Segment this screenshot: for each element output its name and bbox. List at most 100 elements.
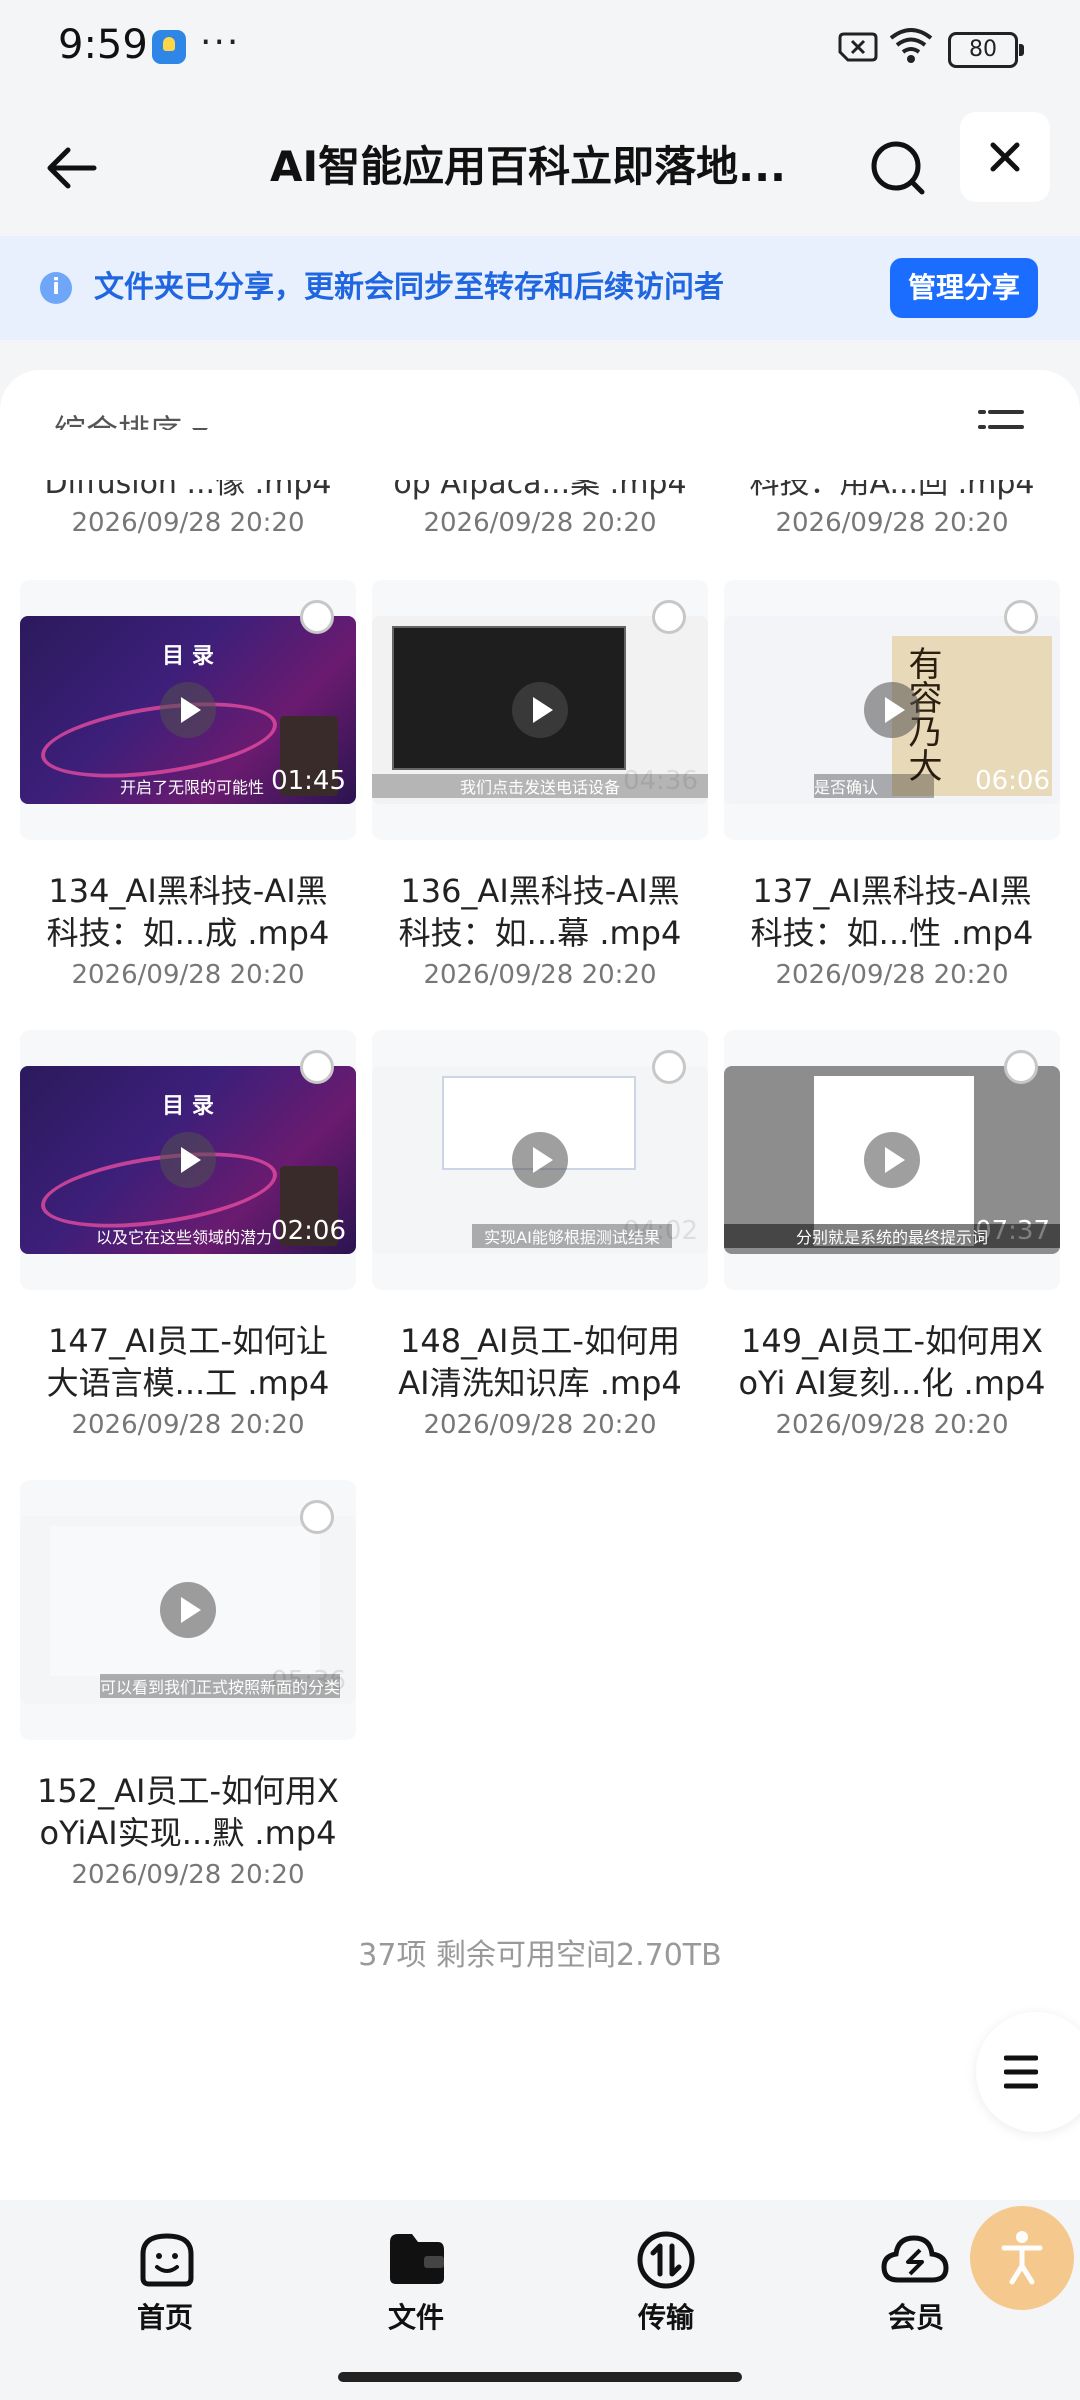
play-icon <box>160 1132 216 1188</box>
cloud-icon <box>881 2235 949 2283</box>
nav-membership[interactable]: 会员 <box>856 2230 976 2340</box>
video-thumbnail-frame: 04:02 实现AI能够根据测试结果 <box>372 1030 708 1290</box>
video-thumbnail-frame: 05:36 可以看到我们正式按照新面的分类 <box>20 1480 356 1740</box>
share-banner: i 文件夹已分享，更新会同步至转存和后续访问者 管理分享 <box>0 236 1080 340</box>
file-date: 2026/09/28 20:20 <box>423 960 657 990</box>
close-button[interactable] <box>960 112 1050 202</box>
select-checkbox[interactable] <box>652 1050 686 1084</box>
video-caption: 我们点击发送电话设备 <box>372 774 708 798</box>
notification-icon <box>152 30 186 64</box>
file-name-line2: AI清洗知识库 .mp4 <box>398 1364 682 1402</box>
file-name-line1: 147_AI员工-如何让 <box>48 1322 328 1360</box>
back-button[interactable] <box>34 130 110 206</box>
video-thumbnail: 07:37 分别就是系统的最终提示词 <box>724 1066 1060 1254</box>
file-name: 134_AI黑科技-AI黑 科技：如...成 .mp4 <box>20 870 356 954</box>
nav-files[interactable]: 文件 <box>356 2230 476 2340</box>
video-caption: 可以看到我们正式按照新面的分类 <box>100 1674 340 1698</box>
scroll-mask <box>0 430 1080 480</box>
video-thumbnail-frame: 目 录 02:06 以及它在这些领域的潜力 <box>20 1030 356 1290</box>
nav-label: 会员 <box>887 2301 944 2334</box>
video-thumbnail: 04:36 我们点击发送电话设备 <box>372 616 708 804</box>
file-name-line1: 136_AI黑科技-AI黑 <box>400 872 680 910</box>
video-thumbnail-frame: 07:37 分别就是系统的最终提示词 <box>724 1030 1060 1290</box>
video-duration: 06:06 <box>975 766 1050 796</box>
folder-title: AI智能应用百科立即落地... <box>270 142 786 191</box>
file-name-line1: 148_AI员工-如何用 <box>400 1322 680 1360</box>
back-arrow-icon <box>47 147 97 189</box>
nav-home[interactable]: 首页 <box>105 2230 225 2340</box>
file-date: 2026/09/28 20:20 <box>775 1410 1009 1440</box>
file-date: 2026/09/28 20:20 <box>775 508 1009 538</box>
battery-icon: 80 <box>948 32 1024 68</box>
select-checkbox[interactable] <box>300 1500 334 1534</box>
search-icon <box>871 141 925 195</box>
video-thumbnail-frame: 有容乃大 06:06 是否确认 <box>724 580 1060 840</box>
file-date: 2026/09/28 20:20 <box>423 1410 657 1440</box>
file-name: 149_AI员工-如何用X oYi AI复刻...化 .mp4 <box>724 1320 1060 1404</box>
status-bar: 9:59 ··· 80 <box>0 0 1080 100</box>
file-name: 137_AI黑科技-AI黑 科技：如...性 .mp4 <box>724 870 1060 954</box>
file-name-line1: 134_AI黑科技-AI黑 <box>48 872 328 910</box>
video-caption: 以及它在这些领域的潜力 <box>96 1228 273 1247</box>
play-icon <box>160 1582 216 1638</box>
file-name-line2: oYiAI实现...默 .mp4 <box>39 1814 337 1852</box>
nav-label: 文件 <box>387 2301 444 2334</box>
video-thumbnail-frame: 目 录 01:45 开启了无限的可能性 <box>20 580 356 840</box>
status-time: 9:59 <box>58 22 148 68</box>
app-header: AI智能应用百科立即落地... <box>0 100 1080 236</box>
menu-icon <box>1004 2055 1038 2089</box>
thumbnail-terminal <box>392 626 626 770</box>
select-checkbox[interactable] <box>1004 600 1038 634</box>
video-thumbnail: 有容乃大 06:06 是否确认 <box>724 616 1060 804</box>
manage-share-button[interactable]: 管理分享 <box>890 258 1038 318</box>
file-name-line1: 149_AI员工-如何用X <box>741 1322 1043 1360</box>
select-checkbox[interactable] <box>652 600 686 634</box>
file-name-line2: oYi AI复刻...化 .mp4 <box>738 1364 1046 1402</box>
nav-label: 传输 <box>637 2301 694 2334</box>
bottom-navigation: 首页 文件 传输 会员 <box>0 2200 1080 2400</box>
info-icon: i <box>40 272 72 304</box>
accessibility-icon <box>1001 2231 1043 2285</box>
video-caption: 实现AI能够根据测试结果 <box>472 1224 672 1248</box>
file-date: 2026/09/28 20:20 <box>71 1410 305 1440</box>
home-indicator <box>338 2372 742 2382</box>
sim-card-off-icon <box>838 32 878 62</box>
video-thumbnail-frame: 04:36 我们点击发送电话设备 <box>372 580 708 840</box>
file-list-panel: 综合排序 Diffusion ...像 .mp4 op Alpaca...案 .… <box>0 370 1080 2200</box>
file-date: 2026/09/28 20:20 <box>775 960 1009 990</box>
folder-icon <box>390 2234 444 2284</box>
video-thumbnail: 目 录 02:06 以及它在这些领域的潜力 <box>20 1066 356 1254</box>
file-date: 2026/09/28 20:20 <box>71 508 305 538</box>
select-checkbox[interactable] <box>300 1050 334 1084</box>
select-checkbox[interactable] <box>300 600 334 634</box>
search-button[interactable] <box>860 130 936 206</box>
file-date: 2026/09/28 20:20 <box>71 960 305 990</box>
file-name: 148_AI员工-如何用 AI清洗知识库 .mp4 <box>372 1320 708 1404</box>
accessibility-button[interactable] <box>970 2206 1074 2310</box>
smiley-icon <box>140 2233 194 2287</box>
play-icon <box>864 682 920 738</box>
play-icon <box>864 1132 920 1188</box>
video-thumbnail: 05:36 可以看到我们正式按照新面的分类 <box>20 1516 356 1704</box>
wifi-icon <box>889 28 933 63</box>
file-name-line2: 科技：如...成 .mp4 <box>46 914 330 952</box>
share-banner-text: 文件夹已分享，更新会同步至转存和后续访问者 <box>94 270 724 305</box>
file-name: 147_AI员工-如何让 大语言模...工 .mp4 <box>20 1320 356 1404</box>
play-icon <box>512 682 568 738</box>
video-caption: 分别就是系统的最终提示词 <box>724 1224 1060 1248</box>
thumbnail-heading: 目 录 <box>162 1094 214 1119</box>
file-name-line2: 科技：如...幕 .mp4 <box>398 914 682 952</box>
file-name-line1: 137_AI黑科技-AI黑 <box>752 872 1032 910</box>
play-icon <box>160 682 216 738</box>
select-checkbox[interactable] <box>1004 1050 1038 1084</box>
nav-label: 首页 <box>136 2301 193 2334</box>
file-date: 2026/09/28 20:20 <box>71 1860 305 1890</box>
transfer-icon <box>637 2231 695 2289</box>
file-name: 152_AI员工-如何用X oYiAI实现...默 .mp4 <box>20 1770 356 1854</box>
video-caption: 开启了无限的可能性 <box>120 778 265 797</box>
storage-summary: 37项 剩余可用空间2.70TB <box>358 1938 722 1973</box>
close-icon <box>990 142 1020 172</box>
nav-transfer[interactable]: 传输 <box>606 2230 726 2340</box>
file-name: 136_AI黑科技-AI黑 科技：如...幕 .mp4 <box>372 870 708 954</box>
video-caption: 是否确认 <box>814 774 934 798</box>
